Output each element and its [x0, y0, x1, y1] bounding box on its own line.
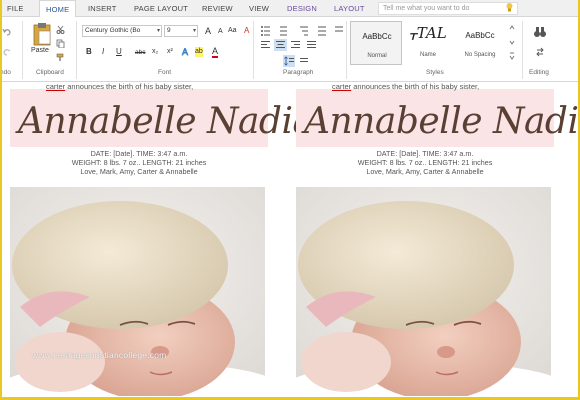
style-name: Name	[419, 52, 436, 58]
copy-icon[interactable]	[56, 39, 65, 48]
subscript-button[interactable]: x₂	[152, 47, 158, 57]
baby-photo[interactable]	[10, 187, 265, 396]
chevron-down-icon: ▾	[156, 28, 160, 34]
text-effects-icon[interactable]: A	[181, 46, 191, 57]
font-family-value: Century Gothic (Bo	[85, 27, 141, 34]
intro-line[interactable]: carter announces the birth of his baby s…	[296, 82, 566, 91]
intro-name: carter	[46, 82, 66, 91]
tab-layout[interactable]: LAYOUT	[334, 0, 365, 17]
strikethrough-button[interactable]: abc	[135, 48, 145, 58]
document-area[interactable]: Annabelle Nadia carter announces the bir…	[0, 82, 580, 396]
name-banner: Annabelle Nadia	[296, 89, 580, 147]
clipboard-group-label: Clipboard	[36, 69, 64, 76]
announcement-left: Annabelle Nadia carter announces the bir…	[10, 82, 314, 396]
underline-button[interactable]: U	[116, 47, 122, 57]
ribbon-tab-bar: FILE HOME INSERT PAGE LAYOUT REVIEW VIEW…	[0, 0, 580, 18]
intro-text: announces the birth of his baby sister,	[351, 82, 480, 91]
svg-text:A: A	[182, 47, 188, 57]
font-size-value: 9	[167, 27, 171, 34]
tab-home[interactable]: HOME	[39, 0, 77, 18]
editing-group-label: Editing	[529, 69, 549, 76]
details-date-time: DATE: [Date]. TIME: 3:47 a.m.	[90, 149, 188, 158]
details-date-time: DATE: [Date]. TIME: 3:47 a.m.	[376, 149, 474, 158]
paste-button[interactable]: Paste	[31, 46, 49, 56]
frame-border	[0, 0, 2, 400]
style-no-spacing[interactable]: AaBbCc No Spacing	[454, 21, 506, 65]
font-family-select[interactable]: Century Gothic (Bo ▾	[82, 25, 162, 37]
paragraph-group-label: Paragraph	[283, 69, 314, 76]
font-size-select[interactable]: 9 ▾	[164, 25, 198, 37]
tab-page-layout[interactable]: PAGE LAYOUT	[134, 0, 188, 17]
change-case-button[interactable]: Aa	[228, 26, 237, 36]
divider	[346, 21, 347, 79]
cut-icon[interactable]	[56, 25, 65, 34]
undo-icon[interactable]	[2, 27, 12, 37]
details-signature: Love, Mark, Amy, Carter & Annabelle	[366, 167, 484, 176]
highlight-button[interactable]: ab	[195, 47, 203, 57]
intro-name: carter	[332, 82, 352, 91]
ribbon: ndo Paste Clipboard Century Gothic (Bo ▾…	[0, 17, 580, 82]
divider	[522, 21, 523, 79]
shrink-font-button[interactable]: A	[218, 27, 223, 37]
list-buttons-icon[interactable]	[260, 25, 346, 37]
paste-icon[interactable]	[32, 22, 52, 46]
chevron-down-icon: ▾	[192, 28, 196, 34]
intro-line[interactable]: carter announces the birth of his baby s…	[10, 82, 280, 91]
name-banner: Annabelle Nadia	[10, 89, 314, 147]
font-group-label: Font	[158, 69, 172, 76]
replace-icon[interactable]	[535, 47, 545, 57]
grow-font-button[interactable]: A	[205, 26, 211, 36]
tab-view[interactable]: VIEW	[249, 0, 269, 17]
tab-insert[interactable]: INSERT	[88, 0, 117, 17]
divider	[253, 21, 254, 79]
watermark: www.heritagechristiancollege.com	[32, 350, 167, 360]
divider	[22, 21, 23, 79]
tab-file[interactable]: FILE	[7, 0, 24, 17]
superscript-button[interactable]: x²	[167, 47, 173, 57]
tab-design[interactable]: DESIGN	[287, 0, 317, 17]
details-weight-length: WEIGHT: 8 lbs. 7 oz.. LENGTH: 21 inches	[71, 158, 207, 167]
binoculars-icon[interactable]	[533, 25, 547, 39]
baby-name[interactable]: Annabelle Nadia	[18, 101, 314, 142]
birth-details[interactable]: DATE: [Date]. TIME: 3:47 a.m. WEIGHT: 8 …	[10, 149, 268, 176]
styles-group-label: Styles	[426, 69, 444, 76]
clear-formatting-button[interactable]: A	[244, 26, 249, 36]
tab-review[interactable]: REVIEW	[202, 0, 233, 17]
italic-button[interactable]: I	[102, 47, 104, 57]
intro-text: announces the birth of his baby sister,	[65, 82, 194, 91]
birth-details[interactable]: DATE: [Date]. TIME: 3:47 a.m. WEIGHT: 8 …	[296, 149, 554, 176]
lightbulb-icon	[506, 3, 513, 12]
details-signature: Love, Mark, Amy, Carter & Annabelle	[80, 167, 198, 176]
style-sample: AaBbCc	[362, 32, 392, 41]
style-sample: AaBbCc	[465, 31, 495, 40]
baby-name[interactable]: Annabelle Nadia	[304, 101, 580, 142]
baby-photo[interactable]	[296, 187, 551, 396]
details-weight-length: WEIGHT: 8 lbs. 7 oz.. LENGTH: 21 inches	[357, 158, 493, 167]
redo-icon[interactable]	[2, 47, 12, 57]
font-color-button[interactable]: A	[212, 46, 219, 58]
style-sample: ᚁTAL	[409, 24, 447, 42]
format-painter-icon[interactable]	[56, 53, 65, 62]
style-name: Normal	[367, 53, 387, 59]
style-name: No Spacing	[464, 52, 496, 58]
style-normal[interactable]: AaBbCc Normal	[350, 21, 402, 65]
tell-me-input[interactable]: Tell me what you want to do	[378, 2, 518, 15]
styles-scroll-icon[interactable]	[508, 23, 516, 63]
bold-button[interactable]: B	[86, 47, 92, 57]
style-name-heading[interactable]: ᚁTAL Name	[402, 21, 454, 65]
alignment-icon[interactable]	[260, 39, 326, 51]
divider	[76, 21, 77, 79]
line-spacing-icon[interactable]	[283, 55, 313, 67]
announcement-right: Annabelle Nadia carter announces the bir…	[296, 82, 580, 396]
